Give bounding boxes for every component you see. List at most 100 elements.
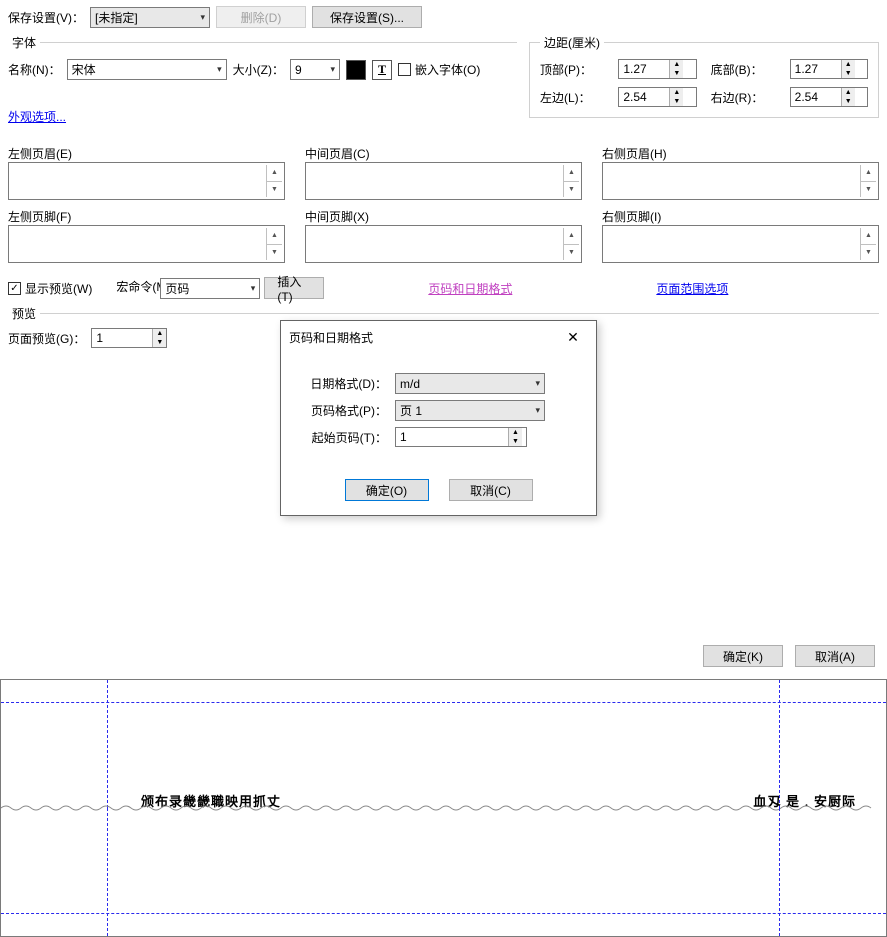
start-page-label: 起始页码(T)：: [305, 429, 395, 446]
dialog-title: 页码和日期格式: [289, 329, 373, 346]
left-footer-textarea[interactable]: ▲▼: [8, 225, 285, 263]
font-size-value: 9: [295, 63, 302, 77]
spin-up-icon[interactable]: ▲: [564, 165, 579, 182]
spin-down-icon[interactable]: ▼: [153, 338, 166, 347]
save-settings-button[interactable]: 保存设置(S)...: [312, 6, 422, 28]
spin-down-icon[interactable]: ▼: [670, 69, 683, 78]
font-size-combo[interactable]: 9 ▾: [290, 59, 340, 80]
margin-right-spinner[interactable]: 2.54 ▲▼: [790, 87, 868, 107]
margin-right-value: 2.54: [791, 88, 841, 106]
preview-legend: 预览: [8, 305, 40, 322]
left-header-label: 左侧页眉(E): [8, 145, 285, 162]
right-header-textarea[interactable]: ▲▼: [602, 162, 879, 200]
ok-button[interactable]: 确定(K): [703, 645, 783, 667]
macro-combo[interactable]: 页码 ▾: [160, 278, 260, 299]
page-range-options-link[interactable]: 页面范围选项: [656, 280, 728, 297]
spin-down-icon[interactable]: ▼: [842, 69, 855, 78]
chevron-down-icon: ▾: [251, 283, 256, 294]
spin-up-icon[interactable]: ▲: [509, 428, 522, 437]
margin-right-label: 右边(R)：: [711, 89, 776, 106]
margin-left-label: 左边(L)：: [540, 89, 604, 106]
spin-up-icon[interactable]: ▲: [670, 88, 683, 97]
date-format-label: 日期格式(D)：: [305, 375, 395, 392]
page-preview-label: 页面预览(G)：: [8, 330, 85, 347]
save-settings-combo[interactable]: [未指定] ▾: [90, 7, 210, 28]
chevron-down-icon: ▾: [330, 64, 335, 75]
show-preview-checkbox[interactable]: ✓ 显示预览(W): [8, 280, 92, 297]
center-footer-textarea[interactable]: ▲▼: [305, 225, 582, 263]
spin-up-icon[interactable]: ▲: [267, 165, 282, 182]
center-header-label: 中间页眉(C): [305, 145, 582, 162]
margin-left-spinner[interactable]: 2.54 ▲▼: [618, 87, 696, 107]
spin-down-icon[interactable]: ▼: [509, 437, 522, 446]
chevron-down-icon: ▾: [535, 378, 540, 389]
chevron-down-icon: ▾: [217, 64, 222, 75]
embed-font-label: 嵌入字体(O): [415, 61, 480, 78]
right-header-label: 右侧页眉(H): [602, 145, 879, 162]
checkbox-box-icon: [398, 63, 411, 76]
spin-down-icon[interactable]: ▼: [861, 245, 876, 261]
insert-button[interactable]: 插入(T): [264, 277, 324, 299]
margin-top-label: 顶部(P)：: [540, 61, 604, 78]
page-preview-value: 1: [92, 329, 152, 347]
macro-value: 页码: [165, 280, 189, 297]
margin-bottom-label: 底部(B)：: [711, 61, 776, 78]
spin-down-icon[interactable]: ▼: [564, 245, 579, 261]
margin-left-value: 2.54: [619, 88, 669, 106]
page-date-format-dialog: 页码和日期格式 ✕ 日期格式(D)： m/d ▾ 页码格式(P)： 页 1 ▾ …: [280, 320, 597, 516]
dialog-cancel-button[interactable]: 取消(C): [449, 479, 533, 501]
spin-up-icon[interactable]: ▲: [861, 228, 876, 245]
left-header-textarea[interactable]: ▲▼: [8, 162, 285, 200]
margin-top-spinner[interactable]: 1.27 ▲▼: [618, 59, 696, 79]
spin-up-icon[interactable]: ▲: [861, 165, 876, 182]
dialog-ok-button[interactable]: 确定(O): [345, 479, 429, 501]
spin-up-icon[interactable]: ▲: [153, 329, 166, 338]
save-settings-label: 保存设置(V)：: [8, 9, 84, 26]
checkbox-checked-icon: ✓: [8, 282, 21, 295]
page-preview-spinner[interactable]: 1 ▲▼: [91, 328, 167, 348]
spin-up-icon[interactable]: ▲: [842, 60, 855, 69]
chevron-down-icon: ▾: [535, 405, 540, 416]
spin-down-icon[interactable]: ▼: [861, 182, 876, 198]
margin-top-value: 1.27: [619, 60, 669, 78]
date-format-combo[interactable]: m/d ▾: [395, 373, 545, 394]
font-legend: 字体: [8, 34, 40, 51]
underline-icon[interactable]: T: [372, 60, 392, 80]
font-name-value: 宋体: [72, 61, 96, 78]
font-color-swatch[interactable]: [346, 60, 366, 80]
start-page-spinner[interactable]: 1 ▲▼: [395, 427, 527, 447]
spin-down-icon[interactable]: ▼: [267, 245, 282, 261]
spin-down-icon[interactable]: ▼: [267, 182, 282, 198]
preview-canvas: 颁布录畿畿職映用抓丈 血刄 是﹒安厨际: [0, 679, 887, 937]
spin-up-icon[interactable]: ▲: [267, 228, 282, 245]
center-footer-label: 中间页脚(X): [305, 208, 582, 225]
page-format-combo[interactable]: 页 1 ▾: [395, 400, 545, 421]
embed-font-checkbox[interactable]: 嵌入字体(O): [398, 61, 480, 78]
appearance-options-link[interactable]: 外观选项...: [8, 110, 66, 124]
right-footer-textarea[interactable]: ▲▼: [602, 225, 879, 263]
center-header-textarea[interactable]: ▲▼: [305, 162, 582, 200]
spin-up-icon[interactable]: ▲: [842, 88, 855, 97]
spin-up-icon[interactable]: ▲: [564, 228, 579, 245]
left-footer-label: 左侧页脚(F): [8, 208, 285, 225]
save-settings-value: [未指定]: [95, 9, 138, 26]
spin-down-icon[interactable]: ▼: [670, 97, 683, 106]
font-name-combo[interactable]: 宋体 ▾: [67, 59, 227, 80]
margin-bottom-value: 1.27: [791, 60, 841, 78]
delete-button: 删除(D): [216, 6, 306, 28]
margin-bottom-spinner[interactable]: 1.27 ▲▼: [790, 59, 868, 79]
cancel-button[interactable]: 取消(A): [795, 645, 875, 667]
spin-down-icon[interactable]: ▼: [842, 97, 855, 106]
margins-legend: 边距(厘米): [540, 34, 604, 51]
page-date-format-link[interactable]: 页码和日期格式: [428, 280, 512, 297]
close-icon[interactable]: ✕: [558, 327, 588, 347]
torn-edge-icon: [1, 804, 886, 812]
start-page-value: 1: [396, 428, 508, 446]
chevron-down-icon: ▾: [200, 12, 205, 23]
macro-label: 宏命令(M)：: [116, 281, 156, 294]
page-format-value: 页 1: [400, 402, 422, 419]
show-preview-label: 显示预览(W): [25, 280, 92, 297]
font-name-label: 名称(N)：: [8, 61, 61, 78]
spin-down-icon[interactable]: ▼: [564, 182, 579, 198]
spin-up-icon[interactable]: ▲: [670, 60, 683, 69]
